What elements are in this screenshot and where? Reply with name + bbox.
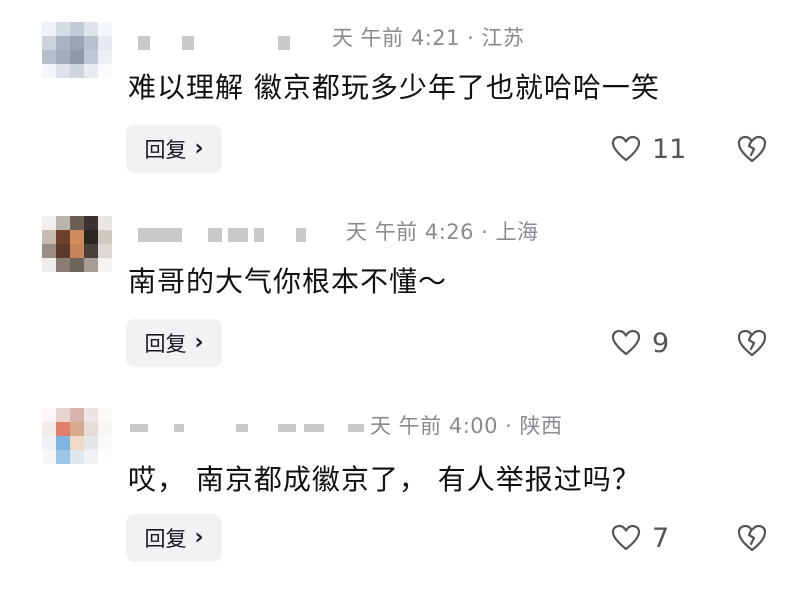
like-count: 7 <box>652 522 670 554</box>
chevron-right-icon: › <box>194 525 204 550</box>
avatar[interactable] <box>42 216 112 272</box>
comment-meta: 天 午前 4:00 · 陕西 <box>370 414 563 438</box>
avatar[interactable] <box>42 408 112 464</box>
username-blurred[interactable] <box>138 36 338 54</box>
avatar[interactable] <box>42 22 112 78</box>
comment-meta: 天 午前 4:21 · 江苏 <box>332 26 525 50</box>
chevron-right-icon: › <box>194 330 204 355</box>
reply-label: 回复 <box>144 138 187 162</box>
reply-label: 回复 <box>144 332 187 356</box>
heart-outline-icon <box>610 522 642 554</box>
broken-heart-icon <box>735 521 769 555</box>
heart-outline-icon <box>610 327 642 359</box>
like-button[interactable]: 11 <box>610 129 686 169</box>
broken-heart-icon <box>735 132 769 166</box>
reply-button[interactable]: 回复 › <box>126 125 222 173</box>
heart-outline-icon <box>610 133 642 165</box>
reply-button[interactable]: 回复 › <box>126 514 222 562</box>
comment-item: 天 午前 4:21 · 江苏 难以理解 徽京都玩多少年了也就哈哈一笑 回复 › … <box>0 0 800 194</box>
comment-item: 天 午前 4:00 · 陕西 哎， 南京都成徽京了， 有人举报过吗？ 回复 › … <box>0 388 800 582</box>
comment-text: 难以理解 徽京都玩多少年了也就哈哈一笑 <box>128 71 660 104</box>
dislike-button[interactable] <box>735 521 769 555</box>
comment-item: 天 午前 4:26 · 上海 南哥的大气你根本不懂～ 回复 › 9 <box>0 194 800 388</box>
dislike-button[interactable] <box>735 132 769 166</box>
like-button[interactable]: 9 <box>610 323 669 363</box>
username-blurred[interactable] <box>130 424 364 442</box>
broken-heart-icon <box>735 326 769 360</box>
reply-button[interactable]: 回复 › <box>126 319 222 367</box>
username-blurred[interactable] <box>138 228 338 246</box>
like-button[interactable]: 7 <box>610 518 669 558</box>
reply-label: 回复 <box>144 527 187 551</box>
like-count: 11 <box>652 133 687 165</box>
comment-meta: 天 午前 4:26 · 上海 <box>346 220 539 244</box>
comment-text: 哎， 南京都成徽京了， 有人举报过吗？ <box>128 463 641 496</box>
dislike-button[interactable] <box>735 326 769 360</box>
chevron-right-icon: › <box>194 136 204 161</box>
like-count: 9 <box>652 327 670 359</box>
comment-text: 南哥的大气你根本不懂～ <box>128 265 448 298</box>
